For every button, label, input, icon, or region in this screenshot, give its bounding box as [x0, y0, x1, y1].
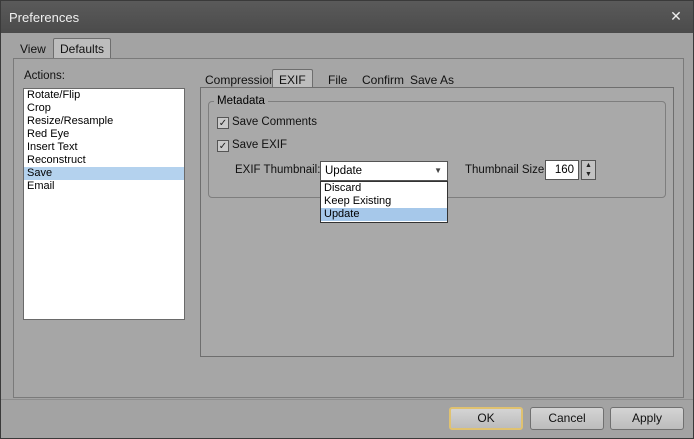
exif-thumbnail-combo[interactable]: Update ▼: [320, 161, 448, 181]
tab-defaults[interactable]: Defaults: [53, 38, 112, 59]
thumbnail-size-label: Thumbnail Size:: [465, 164, 548, 176]
exif-thumbnail-value: Update: [325, 165, 363, 177]
list-item-red-eye[interactable]: Red Eye: [24, 128, 184, 141]
exif-thumbnail-label: EXIF Thumbnail:: [235, 164, 321, 176]
spin-down-icon[interactable]: ▼: [585, 171, 592, 178]
list-item-insert-text[interactable]: Insert Text: [24, 141, 184, 154]
save-comments-checkbox[interactable]: ✓: [217, 117, 229, 129]
list-item-reconstruct[interactable]: Reconstruct: [24, 154, 184, 167]
list-item-save[interactable]: Save: [24, 167, 184, 180]
list-item-crop[interactable]: Crop: [24, 102, 184, 115]
save-comments-label: Save Comments: [232, 116, 318, 128]
actions-label: Actions:: [24, 70, 65, 82]
tab-view[interactable]: View: [14, 39, 52, 59]
preferences-dialog: Preferences ✕ View Defaults Actions: Rot…: [0, 0, 694, 439]
close-icon[interactable]: ✕: [667, 7, 685, 25]
footer-divider: [1, 399, 693, 400]
actions-listbox[interactable]: Rotate/Flip Crop Resize/Resample Red Eye…: [23, 88, 185, 320]
thumbnail-size-input[interactable]: 160: [545, 160, 579, 180]
list-item-rotate-flip[interactable]: Rotate/Flip: [24, 89, 184, 102]
tab-exif[interactable]: EXIF: [272, 69, 313, 88]
chevron-down-icon[interactable]: ▼: [434, 166, 442, 175]
option-discard[interactable]: Discard: [321, 182, 447, 195]
metadata-group-title: Metadata: [214, 95, 268, 107]
option-update[interactable]: Update: [321, 208, 447, 221]
ok-button[interactable]: OK: [449, 407, 523, 430]
window-title: Preferences: [9, 10, 80, 25]
list-item-email[interactable]: Email: [24, 180, 184, 193]
option-keep-existing[interactable]: Keep Existing: [321, 195, 447, 208]
save-exif-label: Save EXIF: [232, 139, 287, 151]
cancel-button[interactable]: Cancel: [530, 407, 604, 430]
exif-thumbnail-dropdown[interactable]: Discard Keep Existing Update: [320, 181, 448, 223]
apply-button[interactable]: Apply: [610, 407, 684, 430]
spin-up-icon[interactable]: ▲: [585, 162, 592, 169]
list-item-resize-resample[interactable]: Resize/Resample: [24, 115, 184, 128]
save-exif-checkbox[interactable]: ✓: [217, 140, 229, 152]
title-bar: Preferences ✕: [1, 1, 693, 33]
thumbnail-size-stepper[interactable]: ▲ ▼: [581, 160, 596, 180]
